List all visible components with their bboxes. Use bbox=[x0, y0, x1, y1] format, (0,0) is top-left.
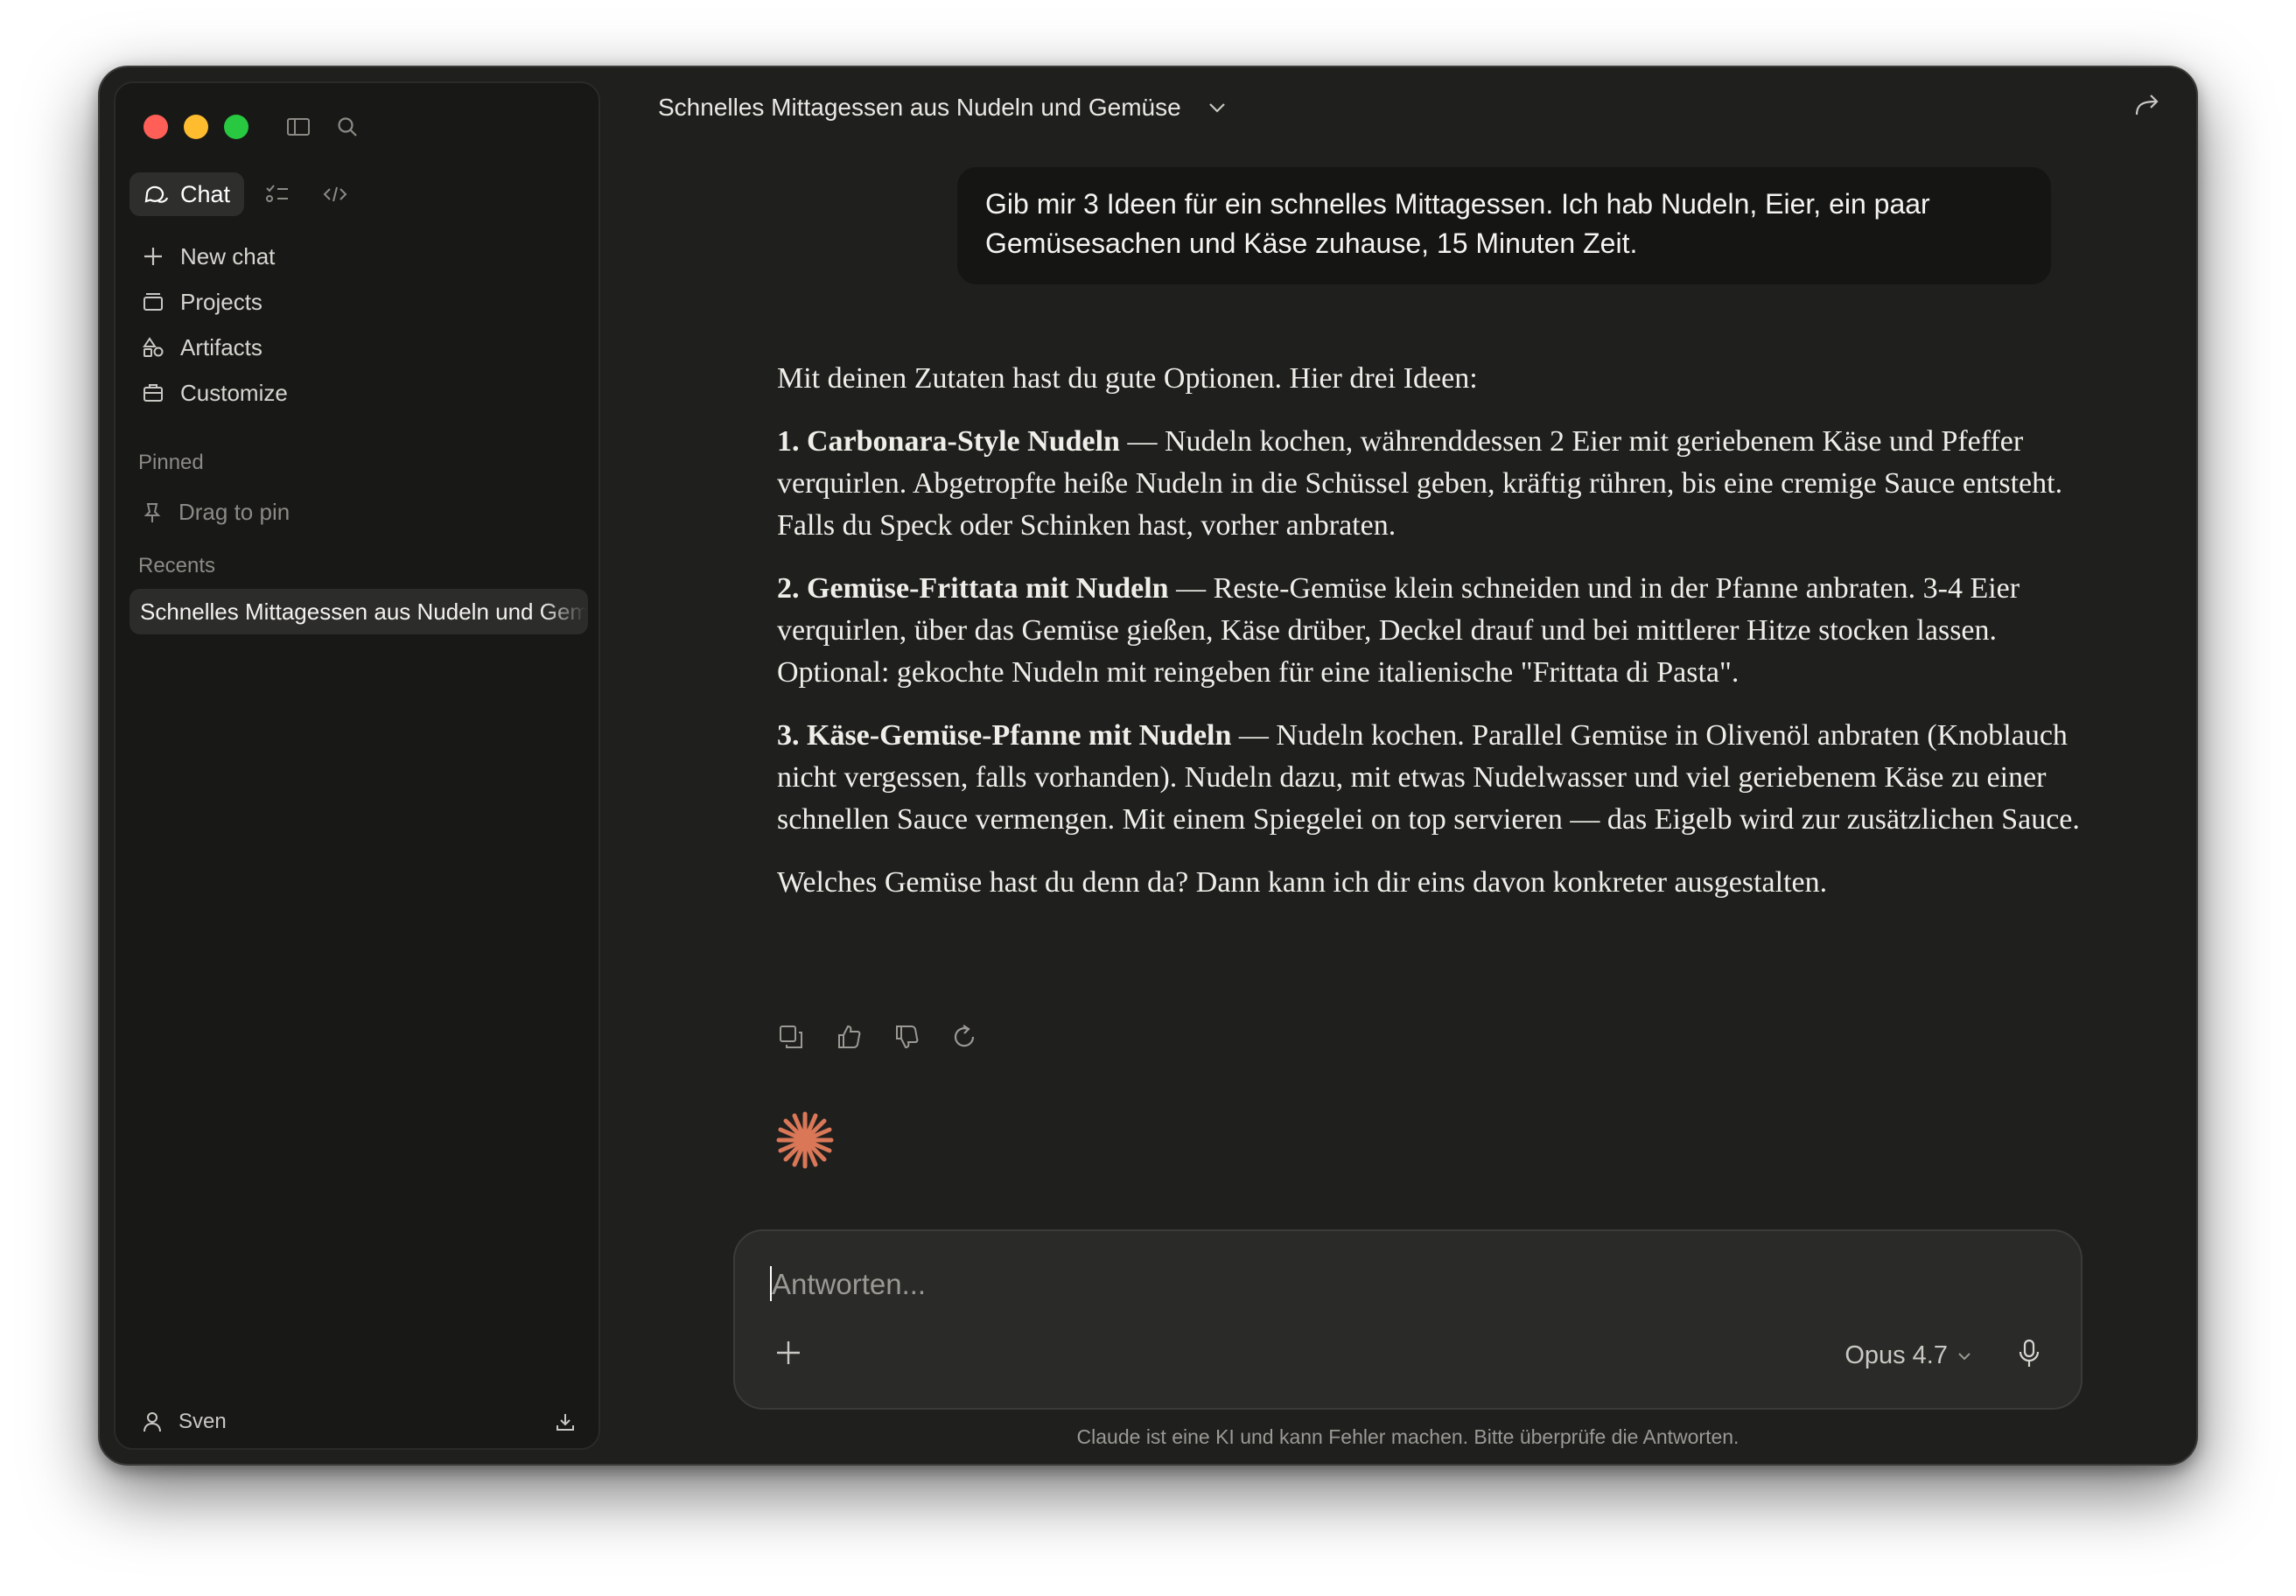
microphone-icon bbox=[2019, 1339, 2040, 1367]
chevron-down-icon bbox=[1958, 1352, 1970, 1360]
drag-to-pin-area[interactable]: Drag to pin bbox=[142, 499, 290, 526]
mode-chat-button[interactable]: Chat bbox=[130, 172, 245, 216]
mode-switcher: Chat bbox=[130, 172, 360, 216]
composer: Opus 4.7 bbox=[733, 1229, 2082, 1410]
user-icon bbox=[144, 1412, 161, 1432]
user-name: Sven bbox=[178, 1410, 227, 1433]
model-name: Opus 4.7 bbox=[1844, 1341, 1948, 1369]
zoom-window-button[interactable] bbox=[224, 115, 248, 139]
search-icon[interactable] bbox=[332, 112, 362, 142]
tasks-mode-button[interactable] bbox=[253, 172, 302, 216]
projects-nav-item[interactable]: Projects bbox=[130, 279, 584, 325]
disclaimer-text: Claude ist eine KI und kann Fehler mache… bbox=[1076, 1425, 1740, 1448]
pin-icon bbox=[144, 502, 161, 522]
plus-icon bbox=[144, 248, 162, 265]
chevron-down-icon bbox=[1208, 103, 1225, 113]
new-chat-button[interactable]: New chat bbox=[130, 234, 584, 279]
plus-icon bbox=[777, 1341, 800, 1364]
app-window: Chat New chat Projects Artifacts Customi… bbox=[98, 66, 2198, 1466]
message-actions bbox=[775, 1021, 980, 1053]
mode-chat-label: Chat bbox=[180, 180, 231, 207]
share-arrow-icon bbox=[2135, 94, 2159, 116]
user-message-bubble: Gib mir 3 Ideen für ein schnelles Mittag… bbox=[957, 167, 2051, 284]
response-idea-1: 1. Carbonara-Style Nudeln — Nudeln koche… bbox=[777, 425, 2063, 542]
recent-chat-item[interactable]: Schnelles Mittagessen aus Nudeln und Gem… bbox=[130, 589, 588, 634]
minimize-window-button[interactable] bbox=[184, 115, 208, 139]
window-controls bbox=[144, 115, 248, 139]
thumbs-down-icon[interactable] bbox=[891, 1021, 922, 1053]
attach-button[interactable] bbox=[774, 1338, 803, 1368]
reply-input[interactable] bbox=[770, 1263, 1909, 1306]
chat-bubbles-icon bbox=[144, 186, 169, 203]
model-selector[interactable]: Opus 4.7 bbox=[1844, 1341, 1972, 1370]
sidebar: Chat New chat Projects Artifacts Customi… bbox=[114, 81, 600, 1450]
folder-icon bbox=[144, 293, 163, 311]
assistant-response: Mit deinen Zutaten hast du gute Optionen… bbox=[777, 358, 2107, 925]
retry-icon[interactable] bbox=[948, 1021, 980, 1053]
briefcase-icon bbox=[144, 384, 163, 402]
response-idea-3: 3. Käse-Gemüse-Pfanne mit Nudeln — Nudel… bbox=[777, 719, 2080, 836]
response-idea-2: 2. Gemüse-Frittata mit Nudeln — Reste-Ge… bbox=[777, 572, 2020, 689]
microphone-button[interactable] bbox=[2016, 1338, 2042, 1369]
artifacts-nav-item[interactable]: Artifacts bbox=[130, 325, 584, 370]
claude-spark-icon bbox=[775, 1110, 835, 1170]
share-button[interactable] bbox=[2133, 92, 2161, 118]
chat-title-dropdown[interactable]: Schnelles Mittagessen aus Nudeln und Gem… bbox=[658, 94, 1227, 122]
shapes-icon bbox=[143, 337, 164, 357]
sidebar-toggle-icon[interactable] bbox=[284, 112, 313, 142]
recents-section-label: Recents bbox=[138, 554, 216, 578]
checklist-icon bbox=[266, 185, 289, 202]
chat-title: Schnelles Mittagessen aus Nudeln und Gem… bbox=[658, 94, 1181, 121]
download-icon[interactable] bbox=[555, 1411, 576, 1432]
response-outro: Welches Gemüse hast du denn da? Dann kan… bbox=[777, 866, 1828, 899]
response-intro: Mit deinen Zutaten hast du gute Optionen… bbox=[777, 362, 1478, 395]
copy-icon[interactable] bbox=[775, 1021, 807, 1053]
thumbs-up-icon[interactable] bbox=[833, 1021, 864, 1053]
pinned-section-label: Pinned bbox=[138, 451, 204, 474]
close-window-button[interactable] bbox=[144, 115, 168, 139]
code-mode-button[interactable] bbox=[311, 172, 360, 216]
user-account-row[interactable]: Sven bbox=[142, 1410, 576, 1434]
sidebar-nav: New chat Projects Artifacts Customize bbox=[130, 234, 584, 416]
text-caret bbox=[770, 1266, 772, 1301]
code-icon bbox=[323, 186, 347, 202]
customize-nav-item[interactable]: Customize bbox=[130, 370, 584, 416]
